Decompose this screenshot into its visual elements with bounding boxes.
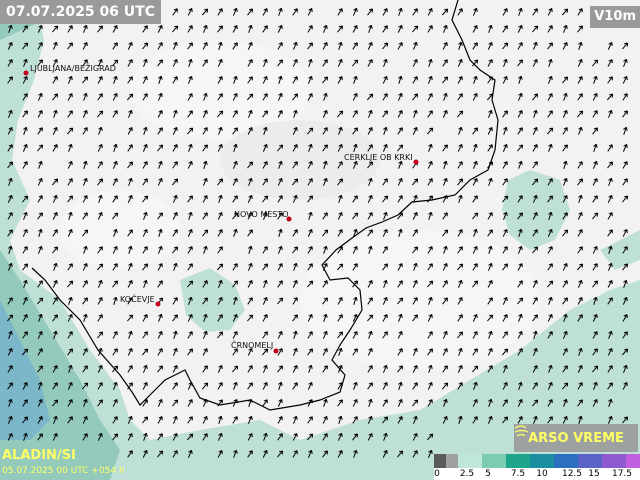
city-label: CERKLJE OB KRKI (344, 153, 413, 162)
legend-label: 17.5 (611, 469, 633, 479)
model-name: ALADIN/SI (2, 448, 76, 463)
weather-map: LJUBLJANA/BEŽIGRAD CERKLJE OB KRKI NOVO … (0, 0, 640, 480)
city-dot (155, 301, 161, 307)
legend-swatch (530, 454, 554, 468)
legend-swatch (626, 454, 640, 468)
legend-swatch (554, 454, 578, 468)
legend-label: 7.5 (510, 469, 526, 479)
city-label: LJUBLJANA/BEŽIGRAD (30, 62, 116, 73)
wind-speed-legend: 0 2.5 5 7.5 10 12.5 15 17.5 (434, 454, 640, 480)
legend-label: 2.5 (459, 469, 475, 479)
city-label: KOČEVJE (120, 293, 155, 304)
map-canvas: LJUBLJANA/BEŽIGRAD CERKLJE OB KRKI NOVO … (0, 0, 640, 480)
legend-label: 12.5 (561, 469, 583, 479)
legend-swatch (482, 454, 506, 468)
legend-label: 10 (536, 469, 548, 479)
legend-swatch (506, 454, 530, 468)
legend-swatch (458, 454, 482, 468)
variable-label: V10m (590, 6, 640, 28)
city-label: NOVO MESTO (234, 210, 289, 219)
legend-swatch (578, 454, 602, 468)
run-info: 05.07.2025 00 UTC +054 h (2, 466, 125, 476)
legend-swatch (446, 454, 458, 468)
city-dot (273, 348, 279, 354)
logo-text: ARSO VREME (528, 430, 624, 446)
forecast-timestamp: 07.07.2025 06 UTC (0, 0, 161, 24)
legend-label: 5 (485, 469, 491, 479)
city-dot (23, 70, 29, 76)
legend-swatch (602, 454, 626, 468)
wind-logo-icon (514, 425, 529, 437)
legend-swatches (434, 454, 640, 468)
city-dot (413, 159, 419, 165)
legend-labels: 0 2.5 5 7.5 10 12.5 15 17.5 (434, 468, 640, 480)
legend-label: 0 (434, 469, 440, 479)
legend-swatch (434, 454, 446, 468)
arso-logo: ARSO VREME (514, 424, 638, 452)
legend-label: 15 (588, 469, 600, 479)
city-label: ČRNOMELJ (231, 339, 273, 350)
